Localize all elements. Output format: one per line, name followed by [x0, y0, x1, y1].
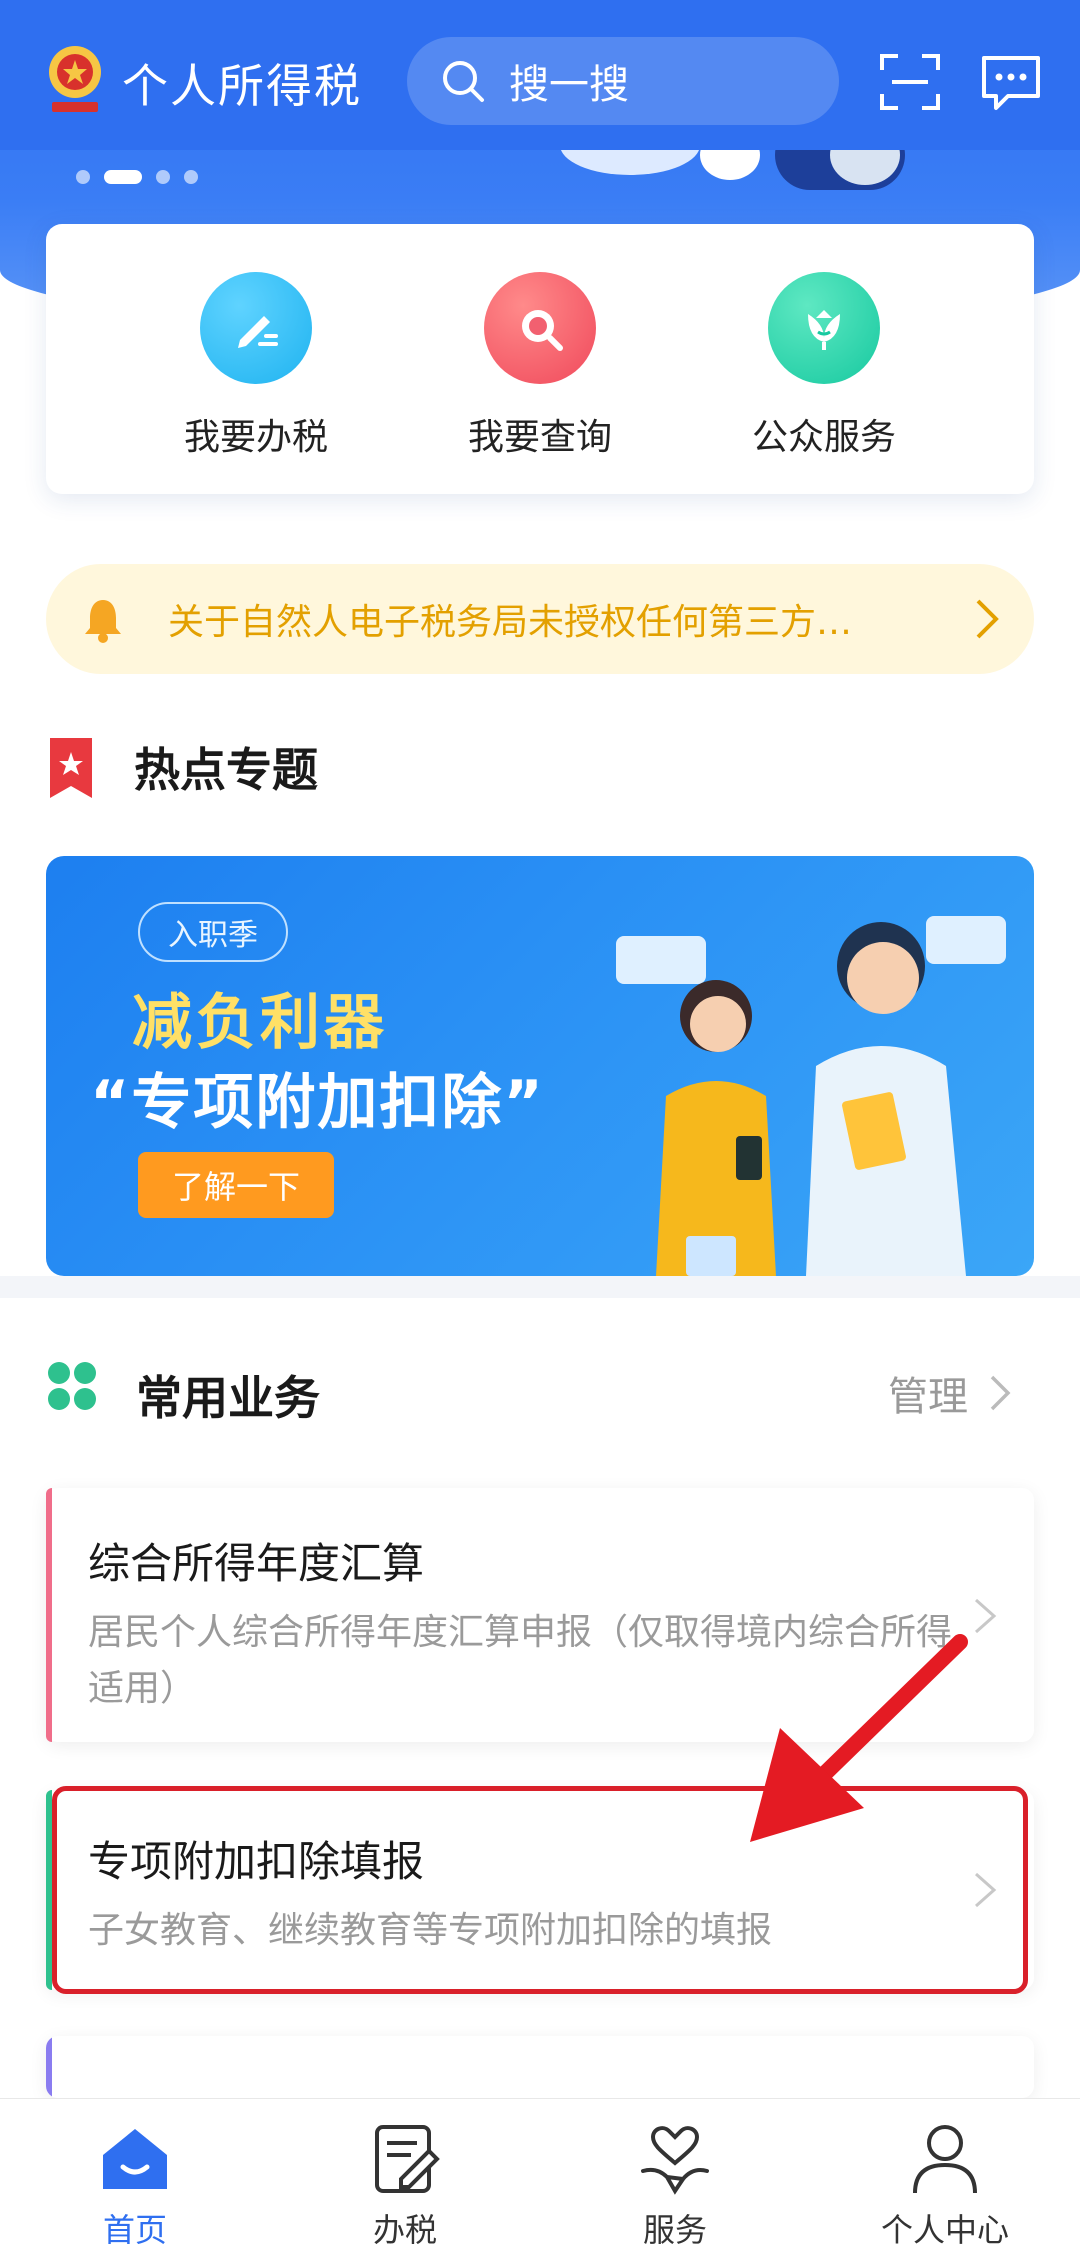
- pencil-icon: [238, 316, 278, 348]
- carousel-dot-active: [104, 170, 142, 184]
- bottom-navigation: 首页 办税 服务 个人中心: [0, 2098, 1080, 2256]
- carousel-dot: [184, 170, 198, 184]
- tax-emblem-icon: [49, 46, 101, 112]
- nav-service[interactable]: 服务: [585, 2121, 765, 2251]
- red-arrow-annotation: [750, 1634, 968, 1842]
- promo-banner[interactable]: 入职季 减负利器 “专项附加扣除” 了解一下: [46, 856, 1034, 1276]
- tulip-icon: [808, 310, 840, 350]
- quick-entry-public-service[interactable]: 公众服务: [714, 272, 934, 460]
- quick-entry-query[interactable]: 我要查询: [430, 272, 650, 460]
- banner-cta-button[interactable]: 了解一下: [138, 1152, 334, 1218]
- banner-subheadline: “专项附加扣除”: [90, 1068, 545, 1138]
- common-services-title: 常用业务: [136, 1371, 320, 1425]
- manage-label: 管理: [888, 1374, 968, 1420]
- app-title: 个人所得税: [122, 59, 362, 113]
- grid-icon: [48, 1362, 96, 1410]
- nav-label: 首页: [102, 2211, 167, 2249]
- chevron-right-icon: [990, 1375, 1011, 1411]
- quick-entry-label: 我要办税: [183, 417, 328, 458]
- nav-label: 个人中心: [880, 2211, 1009, 2249]
- service-accent-bar: [46, 2036, 52, 2098]
- quick-entry-card: 我要办税 我要查询 公众服务: [46, 224, 1034, 494]
- search-bar[interactable]: 搜一搜: [407, 37, 839, 125]
- carousel-indicator: [76, 170, 198, 184]
- bell-icon: [85, 600, 121, 643]
- quick-entry-tax[interactable]: 我要办税: [146, 272, 366, 460]
- chevron-right-icon: [976, 599, 999, 639]
- banner-tag: 入职季: [138, 902, 288, 962]
- user-icon: [913, 2125, 977, 2194]
- service-title: 综合所得年度汇算: [88, 1539, 425, 1588]
- quick-entry-label: 公众服务: [751, 417, 896, 458]
- manage-link[interactable]: 管理: [888, 1364, 1018, 1422]
- bookmark-star-icon: [50, 738, 92, 798]
- scan-icon[interactable]: [878, 50, 942, 114]
- nav-home[interactable]: 首页: [45, 2121, 225, 2251]
- service-accent-bar: [46, 1488, 52, 1742]
- nav-tax[interactable]: 办税: [315, 2121, 495, 2251]
- service-item-partial[interactable]: [46, 2036, 1034, 2098]
- message-icon[interactable]: [978, 50, 1044, 114]
- notice-text: 关于自然人电子税务局未授权任何第三方…: [168, 602, 853, 643]
- top-bar: 个人所得税 搜一搜: [0, 0, 1080, 150]
- carousel-dot: [76, 170, 90, 184]
- carousel-dot: [156, 170, 170, 184]
- section-divider: [0, 1276, 1080, 1298]
- banner-illustration: [616, 916, 1006, 1276]
- magnifier-icon: [522, 310, 563, 351]
- nav-label: 办税: [372, 2211, 437, 2249]
- search-icon: [443, 61, 484, 102]
- document-edit-icon: [375, 2125, 440, 2193]
- home-icon: [103, 2129, 167, 2189]
- quick-entry-label: 我要查询: [467, 417, 612, 458]
- banner-headline: 减负利器: [132, 988, 388, 1058]
- nav-label: 服务: [642, 2211, 707, 2249]
- heart-hand-icon: [641, 2126, 709, 2195]
- search-placeholder: 搜一搜: [509, 62, 629, 108]
- hot-topics-title: 热点专题: [134, 743, 318, 797]
- notice-banner[interactable]: 关于自然人电子税务局未授权任何第三方…: [46, 564, 1034, 674]
- nav-profile[interactable]: 个人中心: [855, 2121, 1035, 2251]
